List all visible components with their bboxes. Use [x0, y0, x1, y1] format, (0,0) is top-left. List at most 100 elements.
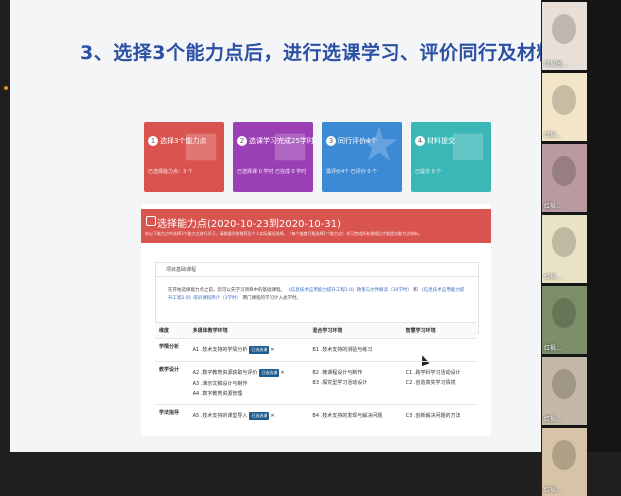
ability-item-label: B4 .技术支持的发现与解决问题: [312, 413, 383, 419]
ability-item-label: B2 .微课程设计与制作: [312, 370, 363, 376]
participant-video-tile[interactable]: 红枫园…: [542, 2, 587, 70]
step-status: 已选择课 0 学时 已完成 0 学时: [237, 169, 307, 175]
ability-item-label: C3 .创新解决问题的方法: [405, 413, 461, 419]
table-cell: C1 .跨学科学习活动设计 C2 .创造真实学习情境: [401, 361, 477, 405]
dimension-cell: 教学设计: [155, 361, 189, 405]
participant-avatar: [552, 85, 576, 115]
participant-avatar: [552, 369, 576, 399]
step-status: 已提交 0 个: [415, 169, 442, 175]
remove-icon[interactable]: ✕: [270, 347, 274, 353]
step-label: 同行评价4个: [338, 137, 378, 145]
participant-name: 红枫…: [544, 487, 563, 494]
participant-name: 红枫…: [544, 132, 563, 139]
ability-item[interactable]: A2 .数字教育资源获取与评价 已选选课 ✕: [193, 369, 305, 377]
ability-item-label: B3 .探究型学习活动设计: [312, 380, 368, 386]
panel-header: 选择能力点(2020-10-23到2020-10-31) 在以下能力点中选择3个…: [141, 209, 491, 243]
participant-video-tile[interactable]: 红枫…: [542, 215, 587, 283]
dimension-cell: 学情分析: [155, 338, 189, 362]
remove-icon[interactable]: ✕: [270, 413, 274, 419]
ability-item[interactable]: C2 .创造真实学习情境: [406, 379, 473, 386]
step-card-3[interactable]: 3 同行评价4个需评价4个 已评价 0 个: [322, 122, 402, 192]
orange-dot: [4, 86, 8, 90]
ability-item-label: A2 .数字教育资源获取与评价: [192, 370, 258, 376]
column-header: 多媒体教学环境: [188, 322, 309, 339]
ability-item-label: A4 .数字教育资源管理: [192, 391, 243, 397]
participant-avatar: [552, 227, 576, 257]
selected-course-badge[interactable]: 已选选课: [249, 412, 270, 420]
participant-video-tile[interactable]: 红枫…: [542, 286, 587, 354]
ability-item[interactable]: A1 .技术支持的学情分析 已选选课 ✕: [193, 346, 305, 354]
step-cards: 1 选择3个能力点 已选择能力点：3 个 2 选课学习完成25学时 已选择课 0 学时 已…: [144, 122, 492, 192]
participant-name: 红枫…: [544, 274, 563, 281]
step-status: 需评价4个 已评价 0 个: [326, 169, 378, 175]
ability-item[interactable]: B2 .微课程设计与制作: [312, 369, 397, 376]
para-mid: 和: [413, 288, 418, 293]
table-row: 学情分析 A1 .技术支持的学情分析 已选选课 ✕ B1 .技术支持的测验与练习: [155, 338, 477, 362]
selected-course-badge[interactable]: 已选选课: [259, 369, 280, 377]
step-number: 4: [415, 136, 425, 146]
ability-panel: 选择能力点(2020-10-23到2020-10-31) 在以下能力点中选择3个…: [141, 204, 491, 436]
participant-avatar: [552, 298, 576, 328]
step-number: 1: [148, 136, 158, 146]
para-suffix: 两门课程的学习计入总学时。: [242, 296, 301, 301]
step-card-1[interactable]: 1 选择3个能力点已选择能力点：3 个: [144, 122, 224, 192]
ability-item[interactable]: B4 .技术支持的发现与解决问题: [312, 412, 397, 419]
slide-title: 3、选择3个能力点后，进行选课学习、评价同行及材料提交: [80, 42, 541, 64]
ability-item-label: C1 .跨学科学习活动设计: [405, 370, 461, 376]
ability-item-label: B1 .技术支持的测验与练习: [312, 347, 373, 353]
table-cell: B2 .微课程设计与制作 B3 .探究型学习活动设计: [308, 361, 402, 405]
table-cell: B1 .技术支持的测验与练习: [308, 338, 402, 362]
table-cell: C3 .创新解决问题的方法: [401, 404, 477, 427]
ability-icon: [146, 216, 156, 226]
participant-name: 红枫…: [544, 416, 563, 423]
ability-item-label: A3 .演示文稿设计与制作: [192, 381, 248, 387]
step-card-2[interactable]: 2 选课学习完成25学时已选择课 0 学时 已完成 0 学时: [233, 122, 313, 192]
ability-item[interactable]: B3 .探究型学习活动设计: [312, 379, 397, 386]
participant-avatar: [552, 14, 576, 44]
step-label: 选课学习完成25学时: [249, 137, 313, 145]
policy-course-link[interactable]: 《信息技术应用能力提升工程2.0》政策与文件解读（30学时）: [286, 288, 411, 293]
ability-item[interactable]: C3 .创新解决问题的方法: [406, 412, 473, 419]
dimension-cell: 学法指导: [155, 404, 189, 427]
ability-item-label: A1 .技术支持的学情分析: [192, 347, 248, 353]
table-cell: [401, 338, 477, 362]
ability-item[interactable]: A4 .数字教育资源管理: [193, 390, 305, 397]
participant-video-tile[interactable]: 红枫…: [542, 428, 587, 496]
ability-item[interactable]: C1 .跨学科学习活动设计: [406, 369, 473, 376]
participant-avatar: [552, 440, 576, 470]
participant-avatar: [552, 156, 576, 186]
ability-table: 维度 多媒体教学环境 混合学习环境 智慧学习环境 学情分析 A1 .技术支持的学情分析已…: [155, 322, 477, 427]
selected-course-badge[interactable]: 已选选课: [249, 346, 270, 354]
step-card-4[interactable]: 4 材料提交已提交 0 个: [411, 122, 491, 192]
participant-name: 红枫园…: [544, 61, 569, 68]
participant-name: 红枫…: [544, 345, 563, 352]
column-header: 维度: [155, 322, 189, 339]
table-row: 学法指导 A5 .技术支持的课堂导入 已选选课 ✕ B4 .技术支持的发现与解决问题 C3…: [155, 404, 477, 427]
column-header: 混合学习环境: [308, 322, 402, 339]
step-number: 3: [326, 136, 336, 146]
participant-video-tile[interactable]: 红枫…: [542, 357, 587, 425]
ability-item[interactable]: A5 .技术支持的课堂导入 已选选课 ✕: [193, 412, 305, 420]
table-header-row: 维度 多媒体教学环境 混合学习环境 智慧学习环境: [155, 322, 477, 339]
participant-video-tile[interactable]: 红枫…: [542, 73, 587, 141]
column-header: 智慧学习环境: [401, 322, 477, 339]
section-tab[interactable]: 项目基础课程: [156, 263, 478, 277]
participant-strip: 红枫园… 红枫… 红枫… 红枫… 红枫… 红枫… 红枫…: [542, 0, 621, 496]
step-label: 选择3个能力点: [160, 137, 207, 145]
step-label: 材料提交: [427, 137, 455, 145]
ability-item-label: A5 .技术支持的课堂导入: [192, 413, 248, 419]
table-cell: B4 .技术支持的发现与解决问题: [308, 404, 402, 427]
table-cell: A2 .数字教育资源获取与评价 已选选课 ✕ A3 .演示文稿设计与制作 A4 .数字教…: [188, 361, 309, 405]
ability-item[interactable]: A3 .演示文稿设计与制作: [193, 380, 305, 387]
ability-item-label: C2 .创造真实学习情境: [405, 380, 456, 386]
remove-icon[interactable]: ✕: [280, 370, 284, 376]
table-cell: A5 .技术支持的课堂导入 已选选课 ✕: [188, 404, 309, 427]
table-cell: A1 .技术支持的学情分析 已选选课 ✕: [188, 338, 309, 362]
step-status: 已选择能力点：3 个: [148, 169, 193, 175]
step-number: 2: [237, 136, 247, 146]
participant-video-tile[interactable]: 红枫…: [542, 144, 587, 212]
ability-item[interactable]: B1 .技术支持的测验与练习: [312, 346, 397, 353]
para-prefix: 在开始选择能力点之前，您可以先学习项目中的基础课程。: [168, 288, 285, 293]
table-row: 教学设计 A2 .数字教育资源获取与评价 已选选课 ✕ A3 .演示文稿设计与制作 A4 …: [155, 361, 477, 405]
section-paragraph: 在开始选择能力点之前，您可以先学习项目中的基础课程。 《信息技术应用能力提升工程…: [168, 287, 468, 303]
